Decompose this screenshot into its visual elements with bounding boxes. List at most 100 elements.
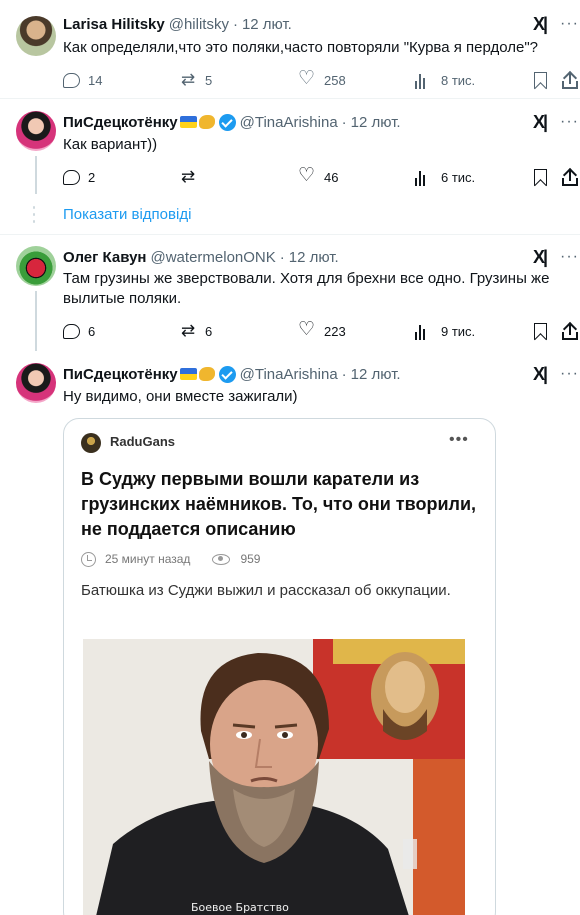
like-count: 46 (324, 169, 339, 185)
thread-line (35, 156, 37, 194)
card-author: RaduGans (110, 434, 176, 449)
divider (0, 234, 580, 235)
views-button[interactable]: 9 тис. (415, 321, 475, 341)
grok-icon[interactable] (533, 247, 555, 267)
show-replies-link[interactable]: Показати відповіді (63, 206, 191, 223)
timestamp[interactable]: 12 лют. (289, 249, 339, 266)
separator-dot: · (341, 365, 347, 383)
handle[interactable]: @watermelonONK (151, 249, 276, 266)
flexed-biceps-icon (198, 367, 215, 381)
more-options-icon[interactable]: ··· (560, 247, 578, 267)
repost-count: 6 (205, 323, 213, 339)
verified-badge-icon (218, 113, 236, 131)
avatar[interactable] (16, 363, 56, 403)
action-bar: 14 ⇄5 258 8 тис. (63, 70, 578, 90)
more-options-icon[interactable]: ··· (560, 14, 578, 34)
action-bar: 2 ⇄ 46 6 тис. (63, 167, 578, 187)
bookmark-icon (534, 322, 547, 340)
reply-icon (63, 72, 80, 88)
bookmark-icon (534, 71, 547, 89)
heart-icon (298, 70, 316, 89)
timestamp[interactable]: 12 лют. (242, 16, 292, 33)
grok-icon[interactable] (533, 364, 555, 384)
handle[interactable]: @TinaArishina (240, 366, 338, 383)
more-options-icon[interactable]: ··· (560, 364, 578, 384)
display-name[interactable]: ПиСдецкотёнку (63, 114, 178, 131)
display-name[interactable]: Олег Кавун (63, 249, 147, 266)
repost-button[interactable]: ⇄ 6 (179, 321, 212, 341)
views-count: 6 тис. (441, 169, 476, 185)
handle[interactable]: @hilitsky (169, 16, 229, 33)
tweet-text: Ну видимо, они вместе зажигали) (63, 388, 298, 405)
share-button[interactable] (562, 70, 580, 90)
share-icon (562, 322, 578, 340)
reply-button[interactable]: 6 (63, 321, 95, 341)
embedded-image[interactable]: RaduGans ••• В Суджу первыми вошли карат… (63, 418, 496, 915)
like-button[interactable]: 258 (298, 70, 346, 90)
thread-gap-dot (33, 213, 35, 216)
ukraine-flag-icon (179, 116, 197, 128)
reply-icon (63, 169, 80, 185)
share-icon (562, 71, 578, 89)
tweet-text: Там грузины же зверствовали. Хотя для бр… (63, 270, 550, 307)
avatar[interactable] (16, 16, 56, 56)
like-button[interactable]: 223 (298, 321, 346, 341)
like-count: 223 (324, 323, 346, 339)
views-count: 9 тис. (441, 323, 476, 339)
grok-icon[interactable] (533, 112, 555, 132)
verified-badge-icon (218, 365, 236, 383)
separator-dot: · (341, 113, 347, 131)
avatar[interactable] (16, 246, 56, 286)
reply-count: 2 (88, 169, 96, 185)
views-icon (415, 71, 433, 89)
share-button[interactable] (562, 321, 580, 341)
card-more-icon: ••• (449, 431, 469, 448)
views-count: 8 тис. (441, 72, 476, 88)
card-title: В Суджу первыми вошли каратели из грузин… (81, 469, 477, 539)
reply-icon (63, 323, 80, 339)
reply-button[interactable]: 14 (63, 70, 102, 90)
repost-icon: ⇄ (180, 167, 196, 186)
bookmark-button[interactable] (534, 167, 555, 187)
repost-icon: ⇄ (180, 321, 196, 340)
reply-count: 6 (88, 323, 96, 339)
card-meta: 25 минут назад 959 (81, 549, 260, 569)
separator-dot: · (279, 248, 285, 266)
repost-icon: ⇄ (180, 70, 196, 89)
display-name[interactable]: ПиСдецкотёнку (63, 366, 178, 383)
views-button[interactable]: 8 тис. (415, 70, 475, 90)
share-button[interactable] (562, 167, 580, 187)
heart-icon (298, 321, 316, 340)
share-icon (562, 168, 578, 186)
repost-button[interactable]: ⇄ 5 (179, 70, 212, 90)
views-icon (415, 322, 433, 340)
eye-icon (212, 553, 231, 565)
bookmark-button[interactable] (534, 321, 555, 341)
divider (0, 98, 580, 99)
tweet-text: Как определяли,что это поляки,часто повт… (63, 39, 539, 56)
reply-count: 14 (88, 72, 103, 88)
bookmark-button[interactable] (534, 70, 555, 90)
card-lead: Батюшка из Суджи выжил и рассказал об ок… (81, 582, 451, 599)
more-options-icon[interactable]: ··· (560, 112, 578, 132)
bookmark-icon (534, 168, 547, 186)
avatar[interactable] (16, 111, 56, 151)
tweet-header: ПиСдецкотёнку @TinaArishina · 12 лют. (63, 364, 401, 384)
like-button[interactable]: 46 (298, 167, 338, 187)
card-time: 25 минут назад (105, 552, 191, 566)
timestamp[interactable]: 12 лют. (351, 114, 401, 131)
repost-button[interactable]: ⇄ (179, 167, 205, 187)
display-name[interactable]: Larisa Hilitsky (63, 16, 165, 33)
like-count: 258 (324, 72, 346, 88)
reply-button[interactable]: 2 (63, 167, 95, 187)
handle[interactable]: @TinaArishina (240, 114, 338, 131)
card-views: 959 (240, 552, 261, 566)
clock-icon (81, 551, 96, 567)
timestamp[interactable]: 12 лют. (351, 366, 401, 383)
heart-icon (298, 167, 316, 186)
views-button[interactable]: 6 тис. (415, 167, 475, 187)
grok-icon[interactable] (533, 14, 555, 34)
thread-gap-dot (33, 206, 35, 209)
tweet-header: Олег Кавун @watermelonONK · 12 лют. (63, 247, 339, 267)
repost-count: 5 (205, 72, 213, 88)
